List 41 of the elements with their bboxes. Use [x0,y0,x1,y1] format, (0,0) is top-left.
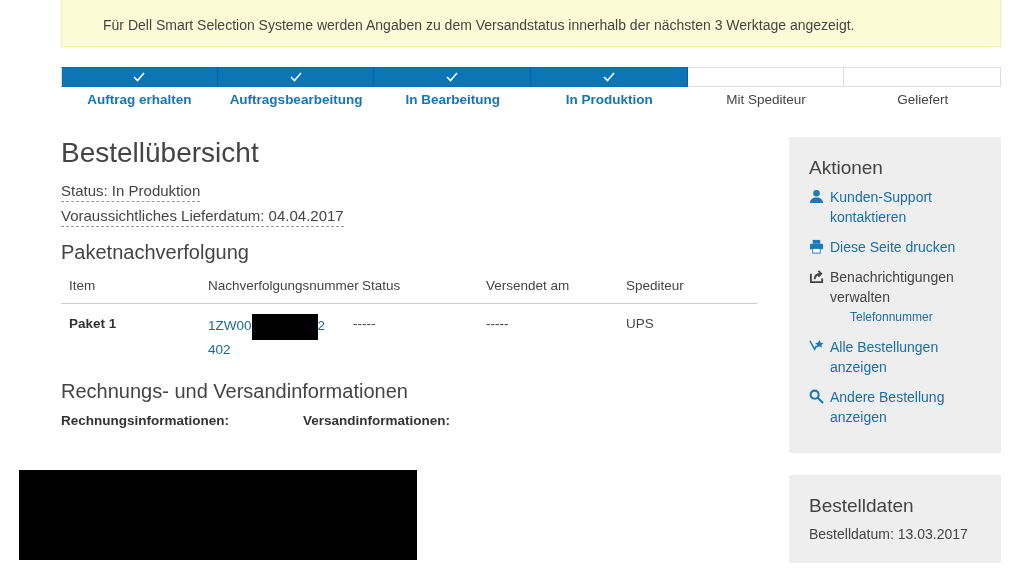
step-label: Geliefert [897,92,949,107]
notice-banner: Für Dell Smart Selection Systeme werden Angaben zu dem Versandstatus innerhalb der nächsten 3 Werktage angezeigt. [61,0,1001,47]
check-icon [602,72,615,82]
page-title: Bestellübersicht [61,137,260,169]
section-title: Rechnungs- und Versandinformationen [61,380,409,403]
column-header: Item [69,278,97,293]
column-header: Versendet am [486,278,571,293]
action-link[interactable]: Benachrichtigungen verwalten [830,267,981,307]
section-title: Paketnachverfolgung [61,241,250,264]
panel-title: Bestelldaten [809,495,915,517]
delivery-date: Voraussichtliches Lieferdatum: 04.04.2017 [61,206,344,227]
panel-title: Aktionen [809,157,884,179]
person-icon [809,189,824,204]
table-cell-text: Paket 1 [69,316,118,333]
column-header: Spediteur [626,278,685,293]
check-icon [133,72,146,82]
phone-link[interactable]: Telefonnummer [850,307,981,327]
order-date: Bestelldatum: 13.03.2017 [809,526,968,542]
step-label: In Bearbeitung [405,92,500,107]
billing-label: Rechnungsinformationen: [61,413,230,428]
action-link[interactable]: Diese Seite drucken [830,237,956,257]
column-header: Nachverfolgungsnummer [208,278,360,293]
table-cell-text: ----- [486,316,510,333]
step-label: Auftragsbearbeitung [229,92,363,107]
action-link[interactable]: Kunden-Support kontaktieren [830,187,981,227]
shipping-label: Versandinformationen: [303,413,451,428]
table-cell-text: UPS [626,316,655,333]
share-icon [809,269,824,284]
step-label: Mit Spediteur [726,92,806,107]
action-link[interactable]: Alle Bestellungen anzeigen [830,337,981,377]
check-icon [289,72,302,82]
column-header: Status [362,278,402,293]
printer-icon [809,239,824,254]
table-cell-text: ----- [353,316,377,333]
order-status: Status: In Produktion [61,181,201,202]
tracking-link[interactable]: 1ZW00 2 402 [208,316,353,360]
check-icon [446,72,459,82]
step-label: Auftrag erhalten [87,92,192,107]
action-link[interactable]: Andere Bestellung anzeigen [830,387,981,427]
search-icon [809,389,824,404]
step-label: In Produktion [565,92,653,107]
